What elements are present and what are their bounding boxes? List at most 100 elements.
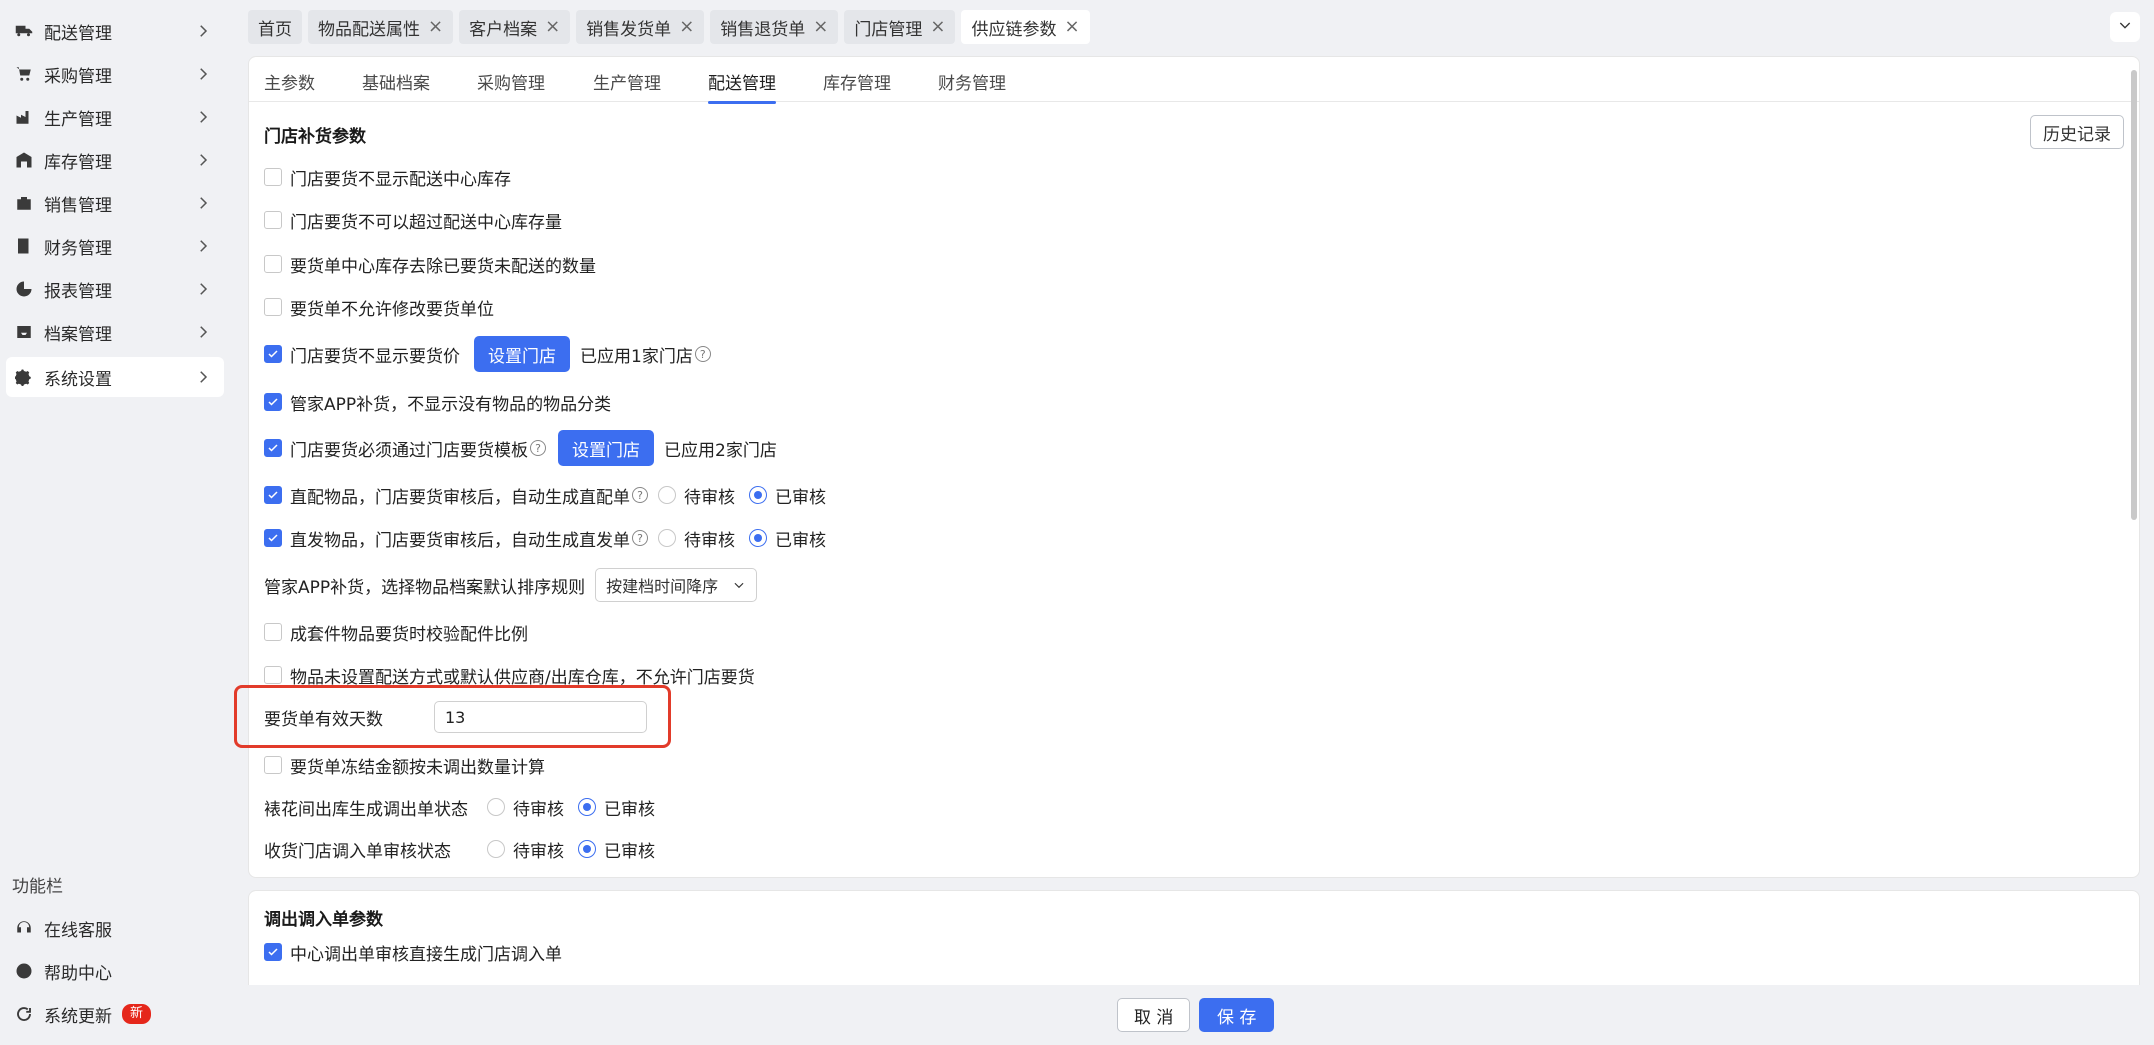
option-row: 直配物品，门店要货审核后，自动生成直配单 ? 待审核 已审核 (264, 480, 840, 510)
valid-days-input[interactable] (434, 701, 647, 733)
top-tab-customer-archive[interactable]: 客户档案 × (459, 10, 571, 44)
chevron-right-icon (194, 368, 212, 386)
radio-button[interactable] (658, 486, 676, 504)
radio-button-selected[interactable] (749, 486, 767, 504)
radio-button[interactable] (487, 798, 505, 816)
checkbox[interactable] (264, 756, 282, 774)
checkbox-checked[interactable] (264, 393, 282, 411)
tab-purchase[interactable]: 采购管理 (477, 69, 545, 94)
radio-pending[interactable]: 待审核 (487, 795, 564, 820)
question-icon[interactable]: ? (530, 440, 546, 456)
checkbox-checked[interactable] (264, 439, 282, 457)
chevron-right-icon (194, 237, 212, 255)
sidebar-item-reports[interactable]: 报表管理 (6, 269, 224, 309)
vertical-scrollbar[interactable] (2131, 70, 2137, 520)
checkbox-checked[interactable] (264, 486, 282, 504)
sidebar-item-system-update[interactable]: 系统更新 新 (6, 994, 224, 1034)
chevron-right-icon (194, 108, 212, 126)
tab-label: 首页 (258, 19, 292, 40)
radio-label: 待审核 (684, 487, 735, 508)
checkbox[interactable] (264, 623, 282, 641)
chevron-right-icon (194, 280, 212, 298)
section-title-transfer: 调出调入单参数 (264, 910, 383, 930)
option-row: 中心调出单审核直接生成门店调入单 (264, 937, 562, 967)
option-label: 门店要货不显示配送中心库存 (290, 169, 511, 190)
close-icon[interactable]: × (1064, 18, 1079, 36)
close-icon[interactable]: × (428, 18, 443, 36)
option-label: 门店要货不可以超过配送中心库存量 (290, 212, 562, 233)
checkbox[interactable] (264, 211, 282, 229)
sidebar-item-online-service[interactable]: 在线客服 (6, 908, 224, 948)
chevron-down-icon (2117, 17, 2133, 38)
set-store-button[interactable]: 设置门店 (474, 336, 570, 372)
function-bar-title: 功能栏 (12, 877, 63, 897)
chevron-right-icon (194, 323, 212, 341)
close-icon[interactable]: × (813, 18, 828, 36)
sort-rule-select[interactable]: 按建档时间降序 (595, 568, 758, 602)
top-tab-store-management[interactable]: 门店管理 × (844, 10, 956, 44)
close-icon[interactable]: × (545, 18, 560, 36)
close-icon[interactable]: × (679, 18, 694, 36)
option-label: 管家APP补货，不显示没有物品的物品分类 (290, 394, 612, 415)
radio-approved[interactable]: 已审核 (749, 526, 826, 551)
sidebar-item-delivery[interactable]: 配送管理 (6, 11, 224, 51)
checkbox-checked[interactable] (264, 529, 282, 547)
tab-dropdown-button[interactable] (2110, 12, 2140, 42)
checkbox[interactable] (264, 666, 282, 684)
question-icon[interactable]: ? (632, 530, 648, 546)
checkbox[interactable] (264, 168, 282, 186)
sidebar-item-help-center[interactable]: 帮助中心 (6, 951, 224, 991)
sidebar-item-purchase[interactable]: 采购管理 (6, 54, 224, 94)
radio-pending[interactable]: 待审核 (658, 526, 735, 551)
tab-label: 销售发货单 (586, 19, 672, 40)
applied-store-count: 已应用2家门店 (664, 440, 777, 461)
sidebar-item-archive[interactable]: 档案管理 (6, 312, 224, 352)
top-tab-item-delivery-attr[interactable]: 物品配送属性 × (308, 10, 454, 44)
top-tab-sales-return[interactable]: 销售退货单 × (710, 10, 839, 44)
radio-button-selected[interactable] (578, 840, 596, 858)
sidebar-item-sales[interactable]: 销售管理 (6, 183, 224, 223)
radio-approved[interactable]: 已审核 (749, 483, 826, 508)
radio-button[interactable] (658, 529, 676, 547)
radio-approved[interactable]: 已审核 (578, 837, 655, 862)
question-icon[interactable]: ? (632, 487, 648, 503)
top-tab-home[interactable]: 首页 (248, 10, 302, 44)
option-row: 裱花间出库生成调出单状态 待审核 已审核 (264, 792, 669, 822)
checkbox[interactable] (264, 255, 282, 273)
tab-finance[interactable]: 财务管理 (938, 69, 1006, 94)
sidebar-item-inventory[interactable]: 库存管理 (6, 140, 224, 180)
radio-label: 已审核 (604, 841, 655, 862)
close-icon[interactable]: × (930, 18, 945, 36)
new-badge: 新 (122, 1004, 152, 1024)
radio-label: 待审核 (513, 799, 564, 820)
sidebar-item-system-settings[interactable]: 系统设置 (6, 357, 224, 397)
tab-main-params[interactable]: 主参数 (264, 69, 315, 94)
history-button[interactable]: 历史记录 (2030, 115, 2124, 149)
checkbox[interactable] (264, 298, 282, 316)
top-tab-sales-delivery[interactable]: 销售发货单 × (576, 10, 705, 44)
top-tab-supply-chain-params[interactable]: 供应链参数 × (961, 10, 1090, 44)
checkbox-checked[interactable] (264, 943, 282, 961)
chevron-right-icon (194, 22, 212, 40)
radio-button-selected[interactable] (578, 798, 596, 816)
checkbox-checked[interactable] (264, 345, 282, 363)
radio-approved[interactable]: 已审核 (578, 795, 655, 820)
option-label: 要货单不允许修改要货单位 (290, 299, 494, 320)
option-label: 直发物品，门店要货审核后，自动生成直发单 (290, 530, 630, 551)
radio-pending[interactable]: 待审核 (658, 483, 735, 508)
tab-inventory[interactable]: 库存管理 (823, 69, 891, 94)
radio-button[interactable] (487, 840, 505, 858)
set-store-button[interactable]: 设置门店 (558, 430, 654, 466)
sidebar-item-finance[interactable]: 财务管理 (6, 226, 224, 266)
tab-basic-archive[interactable]: 基础档案 (362, 69, 430, 94)
sidebar-item-production[interactable]: 生产管理 (6, 97, 224, 137)
cancel-button[interactable]: 取 消 (1117, 998, 1191, 1032)
radio-button-selected[interactable] (749, 529, 767, 547)
chevron-right-icon (194, 65, 212, 83)
tab-production[interactable]: 生产管理 (593, 69, 661, 94)
sidebar-item-label: 档案管理 (44, 324, 112, 345)
radio-pending[interactable]: 待审核 (487, 837, 564, 862)
tab-delivery[interactable]: 配送管理 (708, 69, 776, 104)
question-icon[interactable]: ? (694, 346, 711, 362)
save-button[interactable]: 保 存 (1199, 998, 1275, 1032)
